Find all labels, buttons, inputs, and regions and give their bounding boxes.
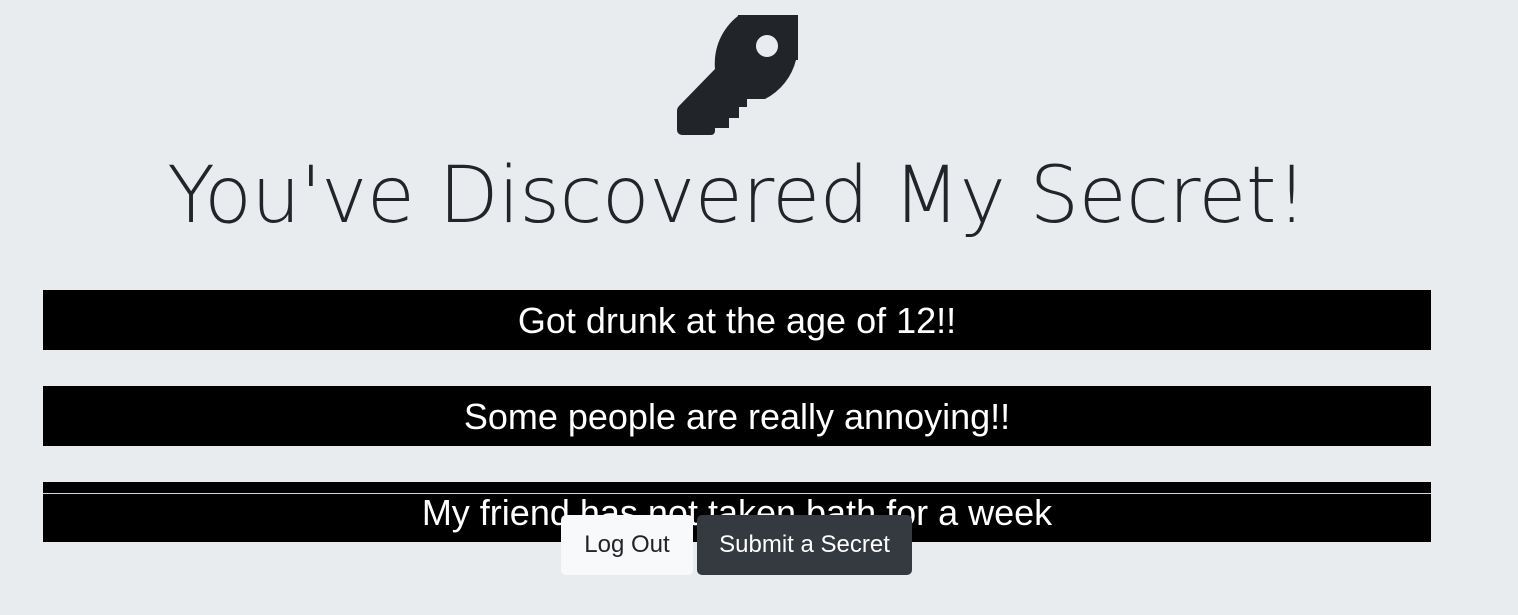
submit-secret-button[interactable]: Submit a Secret [697, 515, 912, 575]
secret-item: Got drunk at the age of 12!! [43, 290, 1431, 350]
key-icon [676, 15, 798, 137]
logout-button[interactable]: Log Out [561, 515, 693, 575]
secret-item: Some people are really annoying!! [43, 386, 1431, 446]
jumbotron: You've Discovered My Secret! Got drunk a… [0, 0, 1518, 615]
page-title: You've Discovered My Secret! [167, 151, 1307, 241]
action-buttons: Log Out Submit a Secret [561, 515, 912, 575]
divider [43, 493, 1431, 494]
